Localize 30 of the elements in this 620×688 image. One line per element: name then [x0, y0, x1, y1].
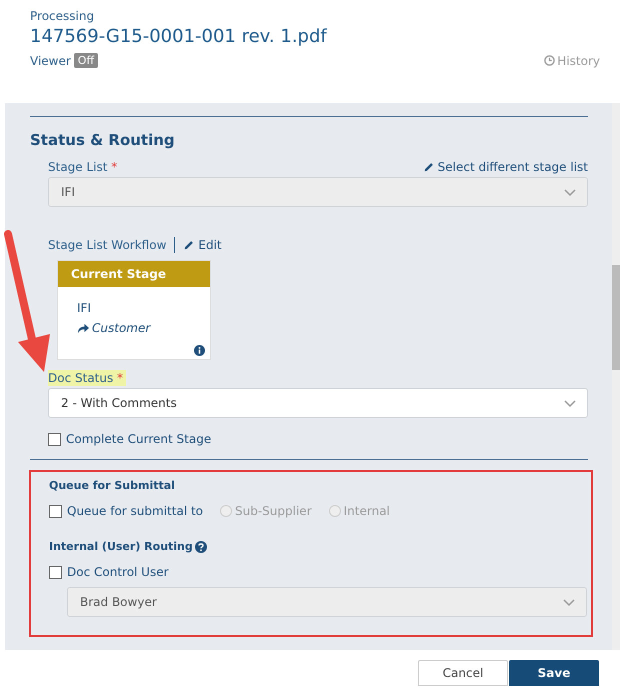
share-arrow-icon — [77, 322, 90, 334]
stage-name: IFI — [77, 301, 92, 315]
card-header: Current Stage — [58, 261, 210, 287]
field-label: Stage List * — [48, 159, 118, 175]
info-icon — [194, 345, 205, 356]
document-title: 147569-G15-0001-001 rev. 1.pdf — [30, 26, 328, 47]
checkbox-label: Queue for submittal to — [67, 504, 204, 518]
viewer-toggle[interactable]: Off — [74, 53, 98, 68]
workflow-label: Stage List Workflow — [48, 238, 166, 252]
subsection-title: Queue for Submittal — [49, 479, 176, 492]
field-label: Doc Status * — [48, 370, 126, 386]
clock-icon — [544, 55, 556, 66]
help-icon — [194, 540, 207, 552]
checkbox-label: Complete Current Stage — [66, 432, 212, 446]
edit-link[interactable]: Edit — [183, 238, 222, 252]
checkbox-label: Doc Control User — [67, 565, 169, 579]
section-title: Status & Routing — [30, 131, 176, 149]
stage-target: Customer — [77, 321, 191, 335]
doc-status-select[interactable]: 2 - With Comments — [48, 388, 588, 418]
status-label: Processing — [30, 9, 96, 23]
scrollbar[interactable] — [612, 103, 620, 650]
subsection-title: Internal (User) Routing — [49, 540, 193, 553]
checkbox[interactable] — [48, 432, 61, 446]
save-button[interactable]: Save — [509, 660, 599, 686]
cancel-button[interactable]: Cancel — [418, 660, 508, 686]
scrollbar-thumb[interactable] — [612, 265, 620, 370]
pencil-icon — [183, 239, 196, 251]
pencil-icon — [422, 161, 435, 173]
viewer-label: Viewer — [30, 54, 71, 68]
checkbox[interactable] — [49, 504, 62, 518]
